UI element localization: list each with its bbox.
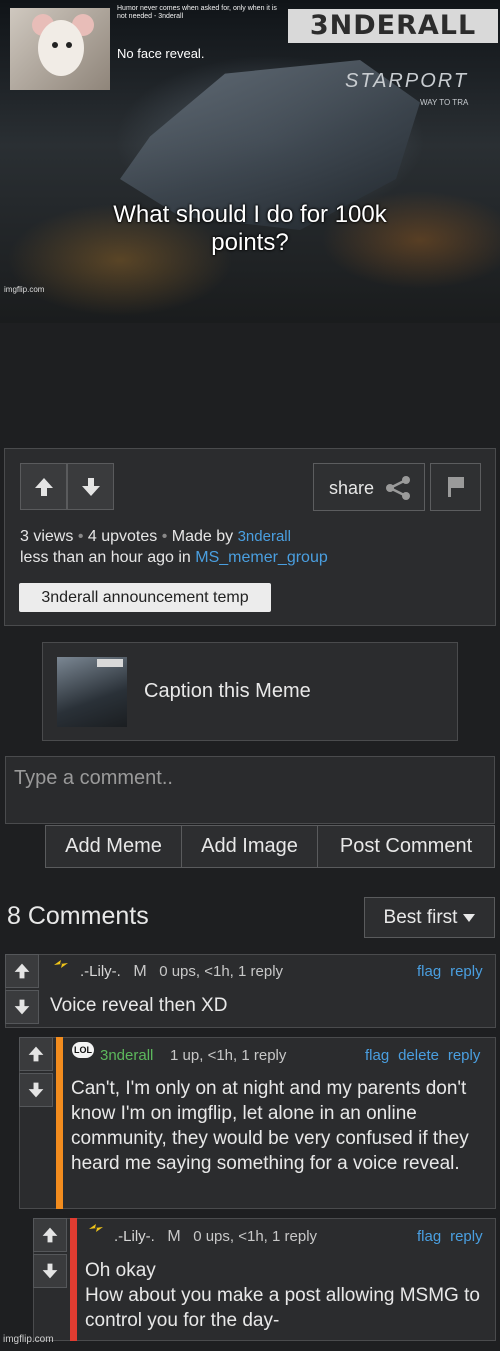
flag-icon: [447, 477, 464, 497]
sort-label: Best first: [383, 906, 458, 928]
footer-watermark: imgflip.com: [3, 1334, 54, 1345]
comment-downvote-button[interactable]: [19, 1073, 53, 1107]
lightning-badge-icon: [54, 960, 68, 968]
upvotes-count: 4 upvotes: [87, 528, 158, 545]
add-meme-button[interactable]: Add Meme: [45, 825, 182, 868]
comment-upvote-button[interactable]: [5, 954, 39, 988]
comment-text-line: How about you make a post allowing MSMG …: [85, 1285, 480, 1331]
starport-subtext: WAY TO TRA: [420, 98, 469, 107]
mouse-photo: [10, 8, 110, 90]
starport-sign: STARPORT: [345, 70, 469, 92]
comment-reply-link[interactable]: reply: [450, 963, 483, 980]
comment-stats: 0 ups, <1h, 1 reply: [193, 1228, 318, 1245]
arrow-down-icon: [14, 999, 30, 1015]
comment-upvote-button[interactable]: [19, 1037, 53, 1071]
comment-text: Oh okay How about you make a post allowi…: [85, 1258, 485, 1333]
flag-button[interactable]: [430, 463, 481, 511]
comment-actions: flag reply: [417, 963, 483, 981]
downvote-button[interactable]: [67, 463, 114, 510]
comment-username[interactable]: .-Lily-.: [80, 963, 121, 980]
arrow-up-icon: [14, 963, 30, 979]
post-comment-button[interactable]: Post Comment: [317, 825, 495, 868]
comment-upvote-button[interactable]: [33, 1218, 67, 1252]
comment-header: .-Lily-. M 0 ups, <1h, 1 reply: [114, 1228, 317, 1246]
template-tag[interactable]: 3nderall announcement temp: [19, 583, 271, 612]
comment-actions: flag delete reply: [365, 1047, 480, 1065]
comment-reply-link[interactable]: reply: [448, 1047, 481, 1064]
comment-delete-link[interactable]: delete: [398, 1047, 439, 1064]
meme-caption: What should I do for 100k points?: [113, 201, 387, 256]
comment-stats: 0 ups, <1h, 1 reply: [159, 963, 284, 980]
made-by-label: Made by: [171, 528, 234, 545]
no-face-text: No face reveal.: [117, 46, 205, 61]
author-link[interactable]: 3nderall: [238, 528, 291, 545]
caption-this-meme-label: Caption this Meme: [144, 680, 311, 702]
stream-link[interactable]: MS_memer_group: [195, 549, 328, 566]
add-image-button[interactable]: Add Image: [181, 825, 318, 868]
post-time: less than an hour ago in MS_memer_group: [20, 549, 328, 567]
caret-down-icon: [463, 913, 476, 922]
lightning-badge-icon: [89, 1224, 103, 1232]
comment-header: 3nderall 1 up, <1h, 1 reply: [100, 1047, 286, 1064]
comment-text-line: Oh okay: [85, 1260, 156, 1281]
reply-accent-bar: [56, 1037, 63, 1209]
template-quote: Humor never comes when asked for, only w…: [117, 5, 277, 20]
post-stats: 3 views • 4 upvotes • Made by 3nderall: [20, 528, 291, 545]
comment-username[interactable]: .-Lily-.: [114, 1228, 155, 1245]
comment-text: Voice reveal then XD: [50, 995, 228, 1016]
comment-flag-link[interactable]: flag: [365, 1047, 389, 1064]
comment-flag-link[interactable]: flag: [417, 1228, 441, 1245]
share-icon: [386, 476, 410, 500]
reply-accent-bar: [70, 1218, 77, 1341]
comment-downvote-button[interactable]: [33, 1254, 67, 1288]
arrow-down-icon: [28, 1082, 44, 1098]
comment-actions: flag reply: [417, 1228, 483, 1246]
comment-username[interactable]: 3nderall: [100, 1047, 153, 1064]
arrow-down-icon: [42, 1263, 58, 1279]
comment-reply-link[interactable]: reply: [450, 1228, 483, 1245]
share-button[interactable]: share: [313, 463, 425, 511]
comment-header: .-Lily-. M 0 ups, <1h, 1 reply: [80, 963, 283, 981]
sort-select[interactable]: Best first: [364, 897, 495, 938]
watermark: imgflip.com: [4, 285, 45, 294]
arrow-up-icon: [28, 1046, 44, 1062]
comment-stats: 1 up, <1h, 1 reply: [170, 1047, 287, 1064]
time-label: less than an hour ago in: [20, 549, 191, 566]
mod-badge: M: [133, 963, 147, 980]
views-count: 3 views: [20, 528, 74, 545]
comment-input[interactable]: Type a comment..: [5, 756, 495, 824]
comment-flag-link[interactable]: flag: [417, 963, 441, 980]
share-label: share: [329, 478, 375, 498]
upvote-button[interactable]: [20, 463, 67, 510]
lol-badge-icon: LOL: [72, 1042, 94, 1058]
arrow-up-icon: [34, 477, 53, 496]
mod-badge: M: [167, 1228, 181, 1245]
comments-count: 8 Comments: [7, 902, 149, 930]
meme-image[interactable]: Humor never comes when asked for, only w…: [0, 0, 500, 323]
arrow-up-icon: [42, 1227, 58, 1243]
arrow-down-icon: [81, 477, 100, 496]
comment-text: Can't, I'm only on at night and my paren…: [71, 1078, 469, 1174]
brand-logo: 3NDERALL: [288, 9, 498, 43]
comment-downvote-button[interactable]: [5, 990, 39, 1024]
meme-thumbnail[interactable]: [57, 657, 127, 727]
